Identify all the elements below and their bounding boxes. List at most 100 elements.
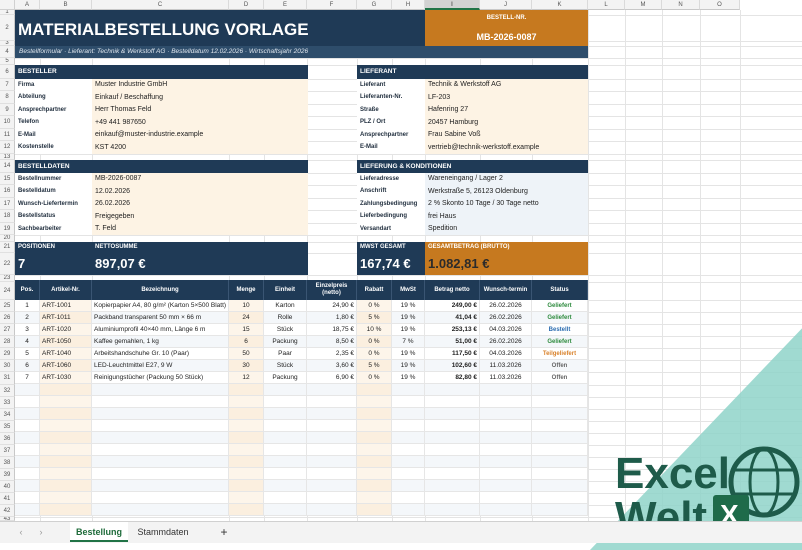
table-cell[interactable]: [40, 480, 92, 492]
table-cell[interactable]: [229, 468, 264, 480]
table-cell[interactable]: Geliefert: [532, 300, 588, 312]
table-cell[interactable]: 24: [229, 312, 264, 324]
tab-bestellung[interactable]: Bestellung: [70, 522, 128, 542]
table-cell[interactable]: [480, 480, 532, 492]
table-cell[interactable]: [264, 480, 307, 492]
table-cell[interactable]: 7 %: [392, 336, 425, 348]
table-cell[interactable]: 19 %: [392, 348, 425, 360]
table-cell[interactable]: 0 %: [357, 348, 392, 360]
table-cell[interactable]: 19 %: [392, 360, 425, 372]
table-cell[interactable]: [532, 492, 588, 504]
table-cell[interactable]: [229, 444, 264, 456]
table-cell[interactable]: [392, 492, 425, 504]
table-cell[interactable]: Karton: [264, 300, 307, 312]
table-cell[interactable]: [92, 492, 229, 504]
besteller-value-field[interactable]: Herr Thomas Feld: [92, 104, 308, 116]
row-header[interactable]: 41: [0, 493, 15, 505]
table-cell[interactable]: [15, 396, 40, 408]
table-cell[interactable]: [264, 384, 307, 396]
column-header[interactable]: C: [92, 0, 229, 10]
row-header[interactable]: 25: [0, 300, 15, 312]
kpi-positionen-value[interactable]: 7: [15, 253, 92, 275]
table-cell[interactable]: 19 %: [392, 300, 425, 312]
table-cell[interactable]: [264, 408, 307, 420]
table-cell[interactable]: [480, 456, 532, 468]
table-cell[interactable]: 2,35 €: [307, 348, 357, 360]
lieferung-value-field[interactable]: Werkstraße 5, 26123 Oldenburg: [425, 185, 588, 198]
tab-next-arrow-icon[interactable]: ›: [34, 522, 48, 542]
table-cell[interactable]: [532, 456, 588, 468]
column-header[interactable]: I: [425, 0, 480, 10]
table-cell[interactable]: [229, 408, 264, 420]
select-all-corner[interactable]: [0, 0, 15, 10]
table-cell[interactable]: 15: [229, 324, 264, 336]
table-cell[interactable]: [15, 468, 40, 480]
table-cell[interactable]: [425, 444, 480, 456]
row-header[interactable]: 12: [0, 141, 15, 154]
column-header[interactable]: L: [588, 0, 625, 10]
kpi-mwst-value[interactable]: 167,74 €: [357, 253, 425, 275]
table-cell[interactable]: [15, 432, 40, 444]
table-cell[interactable]: Arbeitshandschuhe Gr. 10 (Paar): [92, 348, 229, 360]
table-cell[interactable]: [425, 480, 480, 492]
table-cell[interactable]: [92, 480, 229, 492]
tab-prev-arrow-icon[interactable]: ‹: [14, 522, 28, 542]
column-header[interactable]: O: [700, 0, 740, 10]
table-cell[interactable]: [92, 420, 229, 432]
table-cell[interactable]: [357, 492, 392, 504]
table-cell[interactable]: [40, 420, 92, 432]
row-header[interactable]: 29: [0, 348, 15, 360]
column-header[interactable]: B: [40, 0, 92, 10]
row-header[interactable]: 4: [0, 46, 15, 58]
besteller-value-field[interactable]: KST 4200: [92, 141, 308, 154]
table-cell[interactable]: 04.03.2026: [480, 324, 532, 336]
row-header[interactable]: 40: [0, 481, 15, 493]
table-cell[interactable]: [264, 396, 307, 408]
table-cell[interactable]: [392, 468, 425, 480]
column-header[interactable]: A: [15, 0, 40, 10]
table-cell[interactable]: [40, 492, 92, 504]
table-cell[interactable]: ART-1020: [40, 324, 92, 336]
table-cell[interactable]: [307, 456, 357, 468]
table-cell[interactable]: [40, 444, 92, 456]
table-cell[interactable]: [425, 492, 480, 504]
column-header[interactable]: M: [625, 0, 662, 10]
table-cell[interactable]: [425, 384, 480, 396]
table-cell[interactable]: [357, 480, 392, 492]
table-cell[interactable]: ART-1040: [40, 348, 92, 360]
table-cell[interactable]: Kaffee gemahlen, 1 kg: [92, 336, 229, 348]
table-cell[interactable]: [92, 396, 229, 408]
spreadsheet-grid[interactable]: ABCDEFGHIJKLMNO 1 2 3 4 5 6 7 8 9 10 11 12 13 14 15 16 1…: [0, 0, 802, 543]
row-header[interactable]: 37: [0, 445, 15, 457]
table-cell[interactable]: Stück: [264, 324, 307, 336]
table-cell[interactable]: Rolle: [264, 312, 307, 324]
column-header[interactable]: D: [229, 0, 264, 10]
table-cell[interactable]: [480, 504, 532, 516]
table-cell[interactable]: [15, 408, 40, 420]
table-cell[interactable]: [92, 456, 229, 468]
tab-stammdaten[interactable]: Stammdaten: [132, 522, 194, 542]
row-header[interactable]: 18: [0, 210, 15, 223]
table-cell[interactable]: Bestellt: [532, 324, 588, 336]
column-header[interactable]: J: [480, 0, 532, 10]
table-cell[interactable]: [392, 420, 425, 432]
table-cell[interactable]: [15, 384, 40, 396]
table-header[interactable]: Betrag netto: [425, 280, 480, 300]
table-cell[interactable]: 10 %: [357, 324, 392, 336]
table-cell[interactable]: [264, 444, 307, 456]
table-cell[interactable]: [264, 432, 307, 444]
table-cell[interactable]: 6: [15, 360, 40, 372]
table-cell[interactable]: 19 %: [392, 324, 425, 336]
sheet-title[interactable]: MATERIALBESTELLUNG VORLAGE: [15, 10, 425, 46]
besteller-value-field[interactable]: einkauf@muster-industrie.example: [92, 129, 308, 141]
table-cell[interactable]: [229, 396, 264, 408]
table-cell[interactable]: [357, 468, 392, 480]
table-cell[interactable]: 0 %: [357, 300, 392, 312]
table-cell[interactable]: [480, 432, 532, 444]
bestelldaten-value-field[interactable]: MB-2026-0087: [92, 173, 308, 185]
order-number-box[interactable]: BESTELL-NR. MB-2026-0087: [425, 10, 588, 46]
table-cell[interactable]: [229, 384, 264, 396]
table-header[interactable]: Status: [532, 280, 588, 300]
table-cell[interactable]: [425, 408, 480, 420]
row-header[interactable]: 16: [0, 185, 15, 198]
